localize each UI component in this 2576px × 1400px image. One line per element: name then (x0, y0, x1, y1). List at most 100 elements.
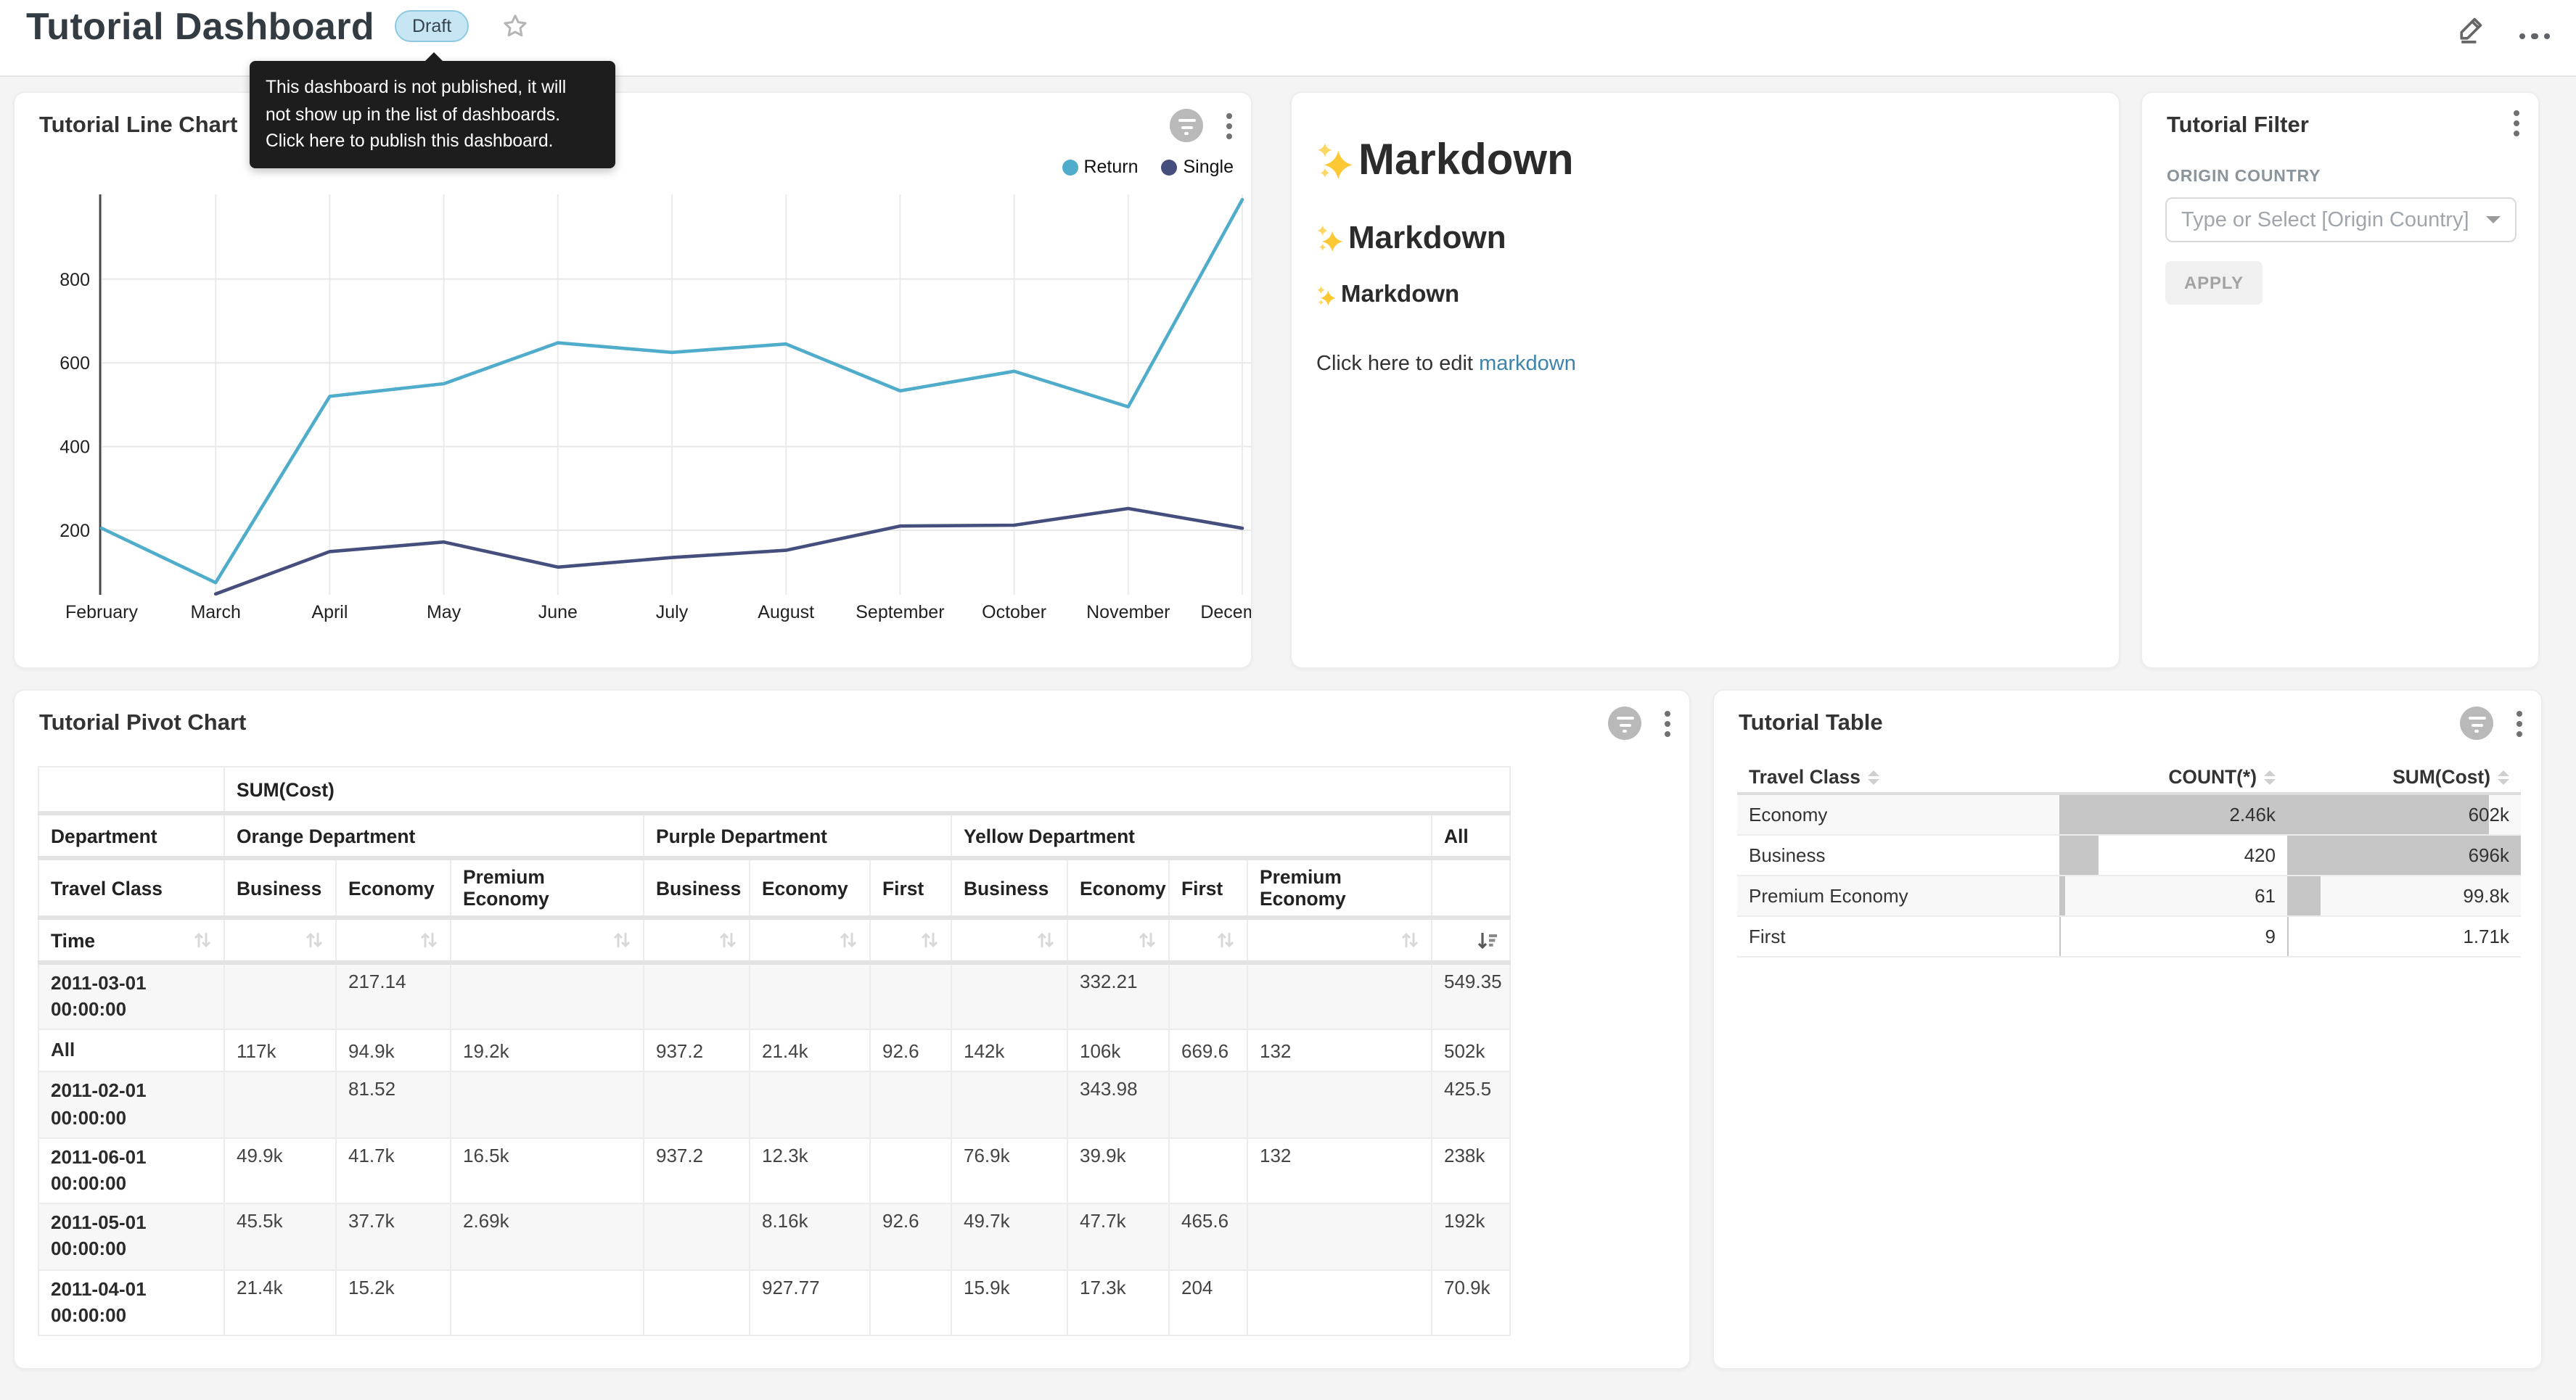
pivot-cell (451, 1269, 644, 1335)
pivot-sort-header[interactable] (750, 918, 870, 963)
pivot-col-header: First (1169, 858, 1247, 918)
pivot-cell: 15.2k (336, 1269, 451, 1335)
pivot-col-dim-label: Travel Class (38, 858, 224, 918)
svg-text:December: December (1200, 602, 1251, 622)
markdown-footer-text: Click here to edit markdown (1316, 353, 2094, 376)
legend-item-return[interactable]: Return (1062, 157, 1138, 177)
count-cell: 2.46k (2059, 804, 2287, 825)
apply-button[interactable]: APPLY (2165, 261, 2263, 305)
count-cell: 420 (2059, 844, 2287, 866)
pivot-cell: 465.6 (1169, 1203, 1247, 1269)
svg-text:November: November (1086, 602, 1170, 622)
pivot-cell: 17.3k (1067, 1269, 1169, 1335)
pivot-kebab-menu-icon[interactable] (1660, 709, 1675, 738)
svg-text:600: 600 (60, 353, 90, 374)
markdown-heading-3: Markdown (1316, 281, 2094, 309)
pivot-col-header (1432, 858, 1510, 918)
applied-filters-badge-icon[interactable] (2460, 707, 2493, 740)
pivot-row-header: 2011-03-01 00:00:00 (38, 963, 224, 1030)
pivot-cell (870, 1269, 951, 1335)
pivot-sort-header[interactable] (1067, 918, 1169, 963)
chevron-down-icon (2486, 216, 2501, 223)
table-card: Tutorial Table Travel ClassCOUNT(*)SUM(C… (1712, 689, 2543, 1370)
pivot-sort-header[interactable] (644, 918, 750, 963)
pivot-cell: 92.6 (870, 1203, 951, 1269)
tooltip-line: Click here to publish this dashboard. (266, 128, 599, 155)
pivot-col-header: Business (224, 858, 336, 918)
applied-filters-badge-icon[interactable] (1608, 707, 1641, 740)
edit-markdown-link[interactable]: markdown (1479, 353, 1576, 376)
sum-cost-cell: 602k (2287, 804, 2521, 825)
pivot-cell: 937.2 (644, 1138, 750, 1204)
pivot-sort-header[interactable] (870, 918, 951, 963)
filter-kebab-menu-icon[interactable] (2509, 109, 2524, 138)
pivot-col-header: Economy (1067, 858, 1169, 918)
pivot-sort-header[interactable] (1169, 918, 1247, 963)
pivot-cell: 132 (1247, 1138, 1432, 1204)
pivot-cell: 12.3k (750, 1138, 870, 1204)
more-options-icon[interactable] (2519, 33, 2550, 40)
pivot-cell: 2.69k (451, 1203, 644, 1269)
legend-item-single[interactable]: Single (1162, 157, 1234, 177)
pivot-sort-header[interactable] (224, 918, 336, 963)
travel-class-cell: Economy (1737, 804, 2059, 825)
table-kebab-menu-icon[interactable] (2512, 709, 2527, 738)
filter-card-title: Tutorial Filter (2167, 113, 2309, 139)
pivot-cell (750, 1072, 870, 1138)
pivot-cell: 549.35 (1432, 963, 1510, 1030)
edit-dashboard-button[interactable] (2455, 12, 2487, 52)
pivot-cell: 92.6 (870, 1030, 951, 1072)
pivot-cell: 41.7k (336, 1138, 451, 1204)
origin-country-select[interactable]: Type or Select [Origin Country] (2165, 197, 2516, 242)
pivot-cell: 81.52 (336, 1072, 451, 1138)
table-row: First91.71k (1737, 916, 2521, 957)
applied-filters-badge-icon[interactable] (1170, 109, 1203, 142)
pivot-row-header: All (38, 1030, 224, 1072)
sparkles-icon (1316, 224, 1344, 252)
pivot-col-header: Business (951, 858, 1067, 918)
pivot-group-header: Purple Department (644, 813, 951, 858)
favorite-star-icon[interactable] (501, 12, 530, 41)
chart-legend: Return Single (1062, 157, 1234, 177)
pivot-sort-header[interactable] (951, 918, 1067, 963)
pivot-corner-cell (38, 767, 224, 813)
pivot-cell: 19.2k (451, 1030, 644, 1072)
pivot-cell (1247, 963, 1432, 1030)
pivot-cell (1247, 1072, 1432, 1138)
pivot-cell: 937.2 (644, 1030, 750, 1072)
pivot-cell: 21.4k (224, 1269, 336, 1335)
svg-text:800: 800 (60, 270, 90, 290)
table-row: Business420696k (1737, 835, 2521, 876)
markdown-heading-1: Markdown (1316, 136, 2094, 186)
pivot-cell (870, 1072, 951, 1138)
publish-tooltip: This dashboard is not published, it will… (250, 61, 615, 168)
count-cell: 61 (2059, 885, 2287, 907)
column-header-count[interactable]: COUNT(*) (2059, 762, 2287, 794)
svg-text:February: February (65, 602, 139, 622)
table-row: Economy2.46k602k (1737, 794, 2521, 835)
chart-kebab-menu-icon[interactable] (1222, 111, 1236, 140)
svg-text:April: April (311, 602, 348, 622)
draft-badge[interactable]: Draft (395, 10, 469, 42)
column-header-sum-cost[interactable]: SUM(Cost) (2287, 762, 2521, 794)
pivot-cell: 70.9k (1432, 1269, 1510, 1335)
pivot-cell: 204 (1169, 1269, 1247, 1335)
column-header-travel-class[interactable]: Travel Class (1737, 762, 2059, 794)
pivot-cell: 47.7k (1067, 1203, 1169, 1269)
pivot-group-header: Yellow Department (951, 813, 1432, 858)
tooltip-line: not show up in the list of dashboards. (266, 101, 599, 128)
pivot-sort-header[interactable] (336, 918, 451, 963)
data-table: Travel ClassCOUNT(*)SUM(Cost)Economy2.46… (1737, 762, 2521, 958)
pivot-row-dim-label: Department (38, 813, 224, 858)
pivot-sort-header[interactable] (1432, 918, 1510, 963)
pivot-cell: 37.7k (336, 1203, 451, 1269)
pivot-cell: 94.9k (336, 1030, 451, 1072)
pivot-cell: 192k (1432, 1203, 1510, 1269)
pivot-time-header[interactable]: Time (38, 918, 224, 963)
dashboard-page: Tutorial Dashboard Draft This dashboard … (0, 0, 2576, 1400)
table-card-title: Tutorial Table (1739, 711, 1883, 737)
pivot-sort-header[interactable] (1247, 918, 1432, 963)
pivot-sort-header[interactable] (451, 918, 644, 963)
pivot-cell: 217.14 (336, 963, 451, 1030)
pivot-cell (951, 963, 1067, 1030)
